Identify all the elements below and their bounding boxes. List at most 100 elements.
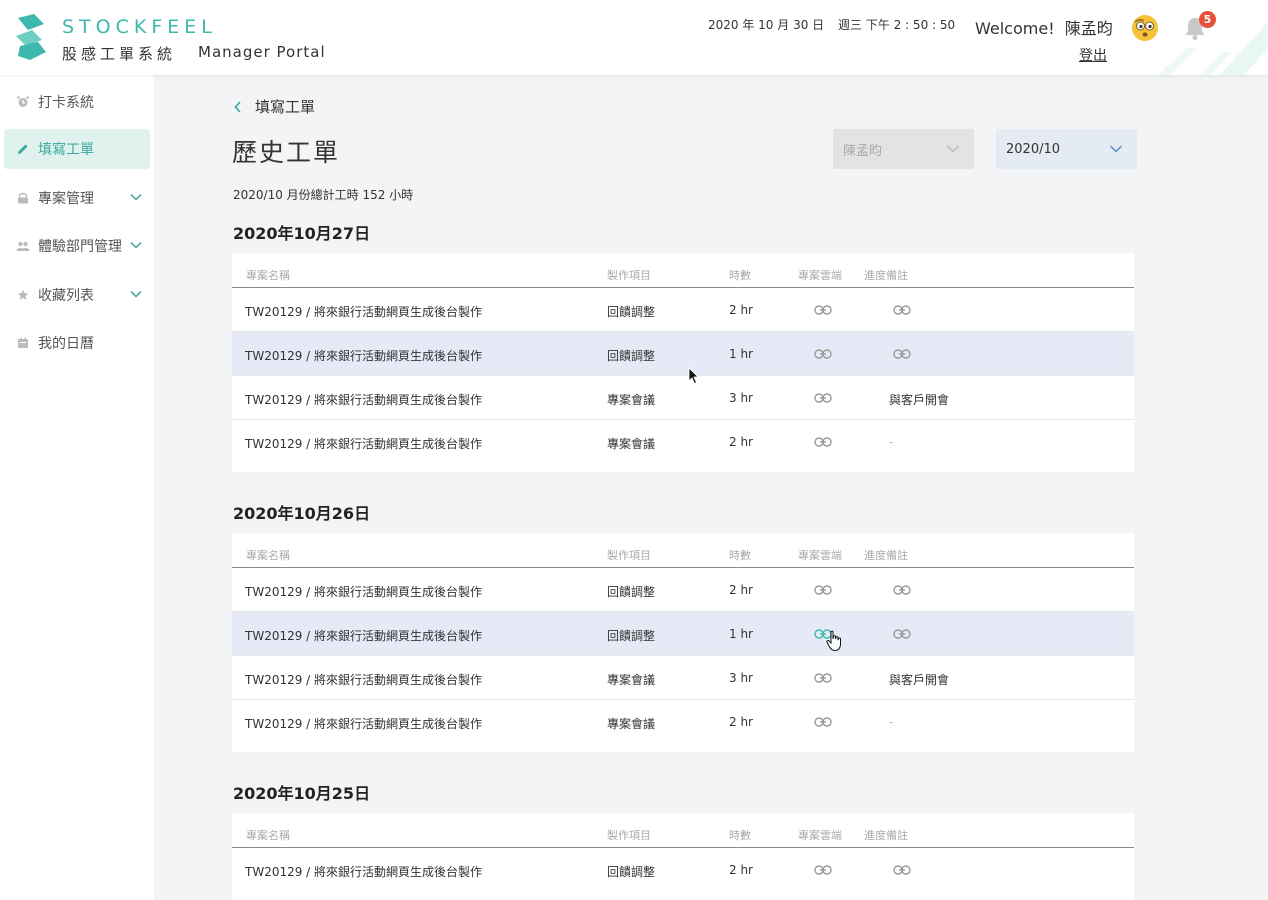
table-row[interactable]: TW20129 / 將來銀行活動網頁生成後台製作 回饋調整 2 hr xyxy=(232,288,1134,332)
production-item: 回饋調整 xyxy=(607,865,656,879)
col-progress-note: 進度備註 xyxy=(864,269,908,282)
star-icon xyxy=(16,288,30,302)
production-item: 專案會議 xyxy=(607,437,656,451)
link-icon[interactable] xyxy=(893,864,911,876)
table-row[interactable]: TW20129 / 將來銀行活動網頁生成後台製作 回饋調整 2 hr xyxy=(232,848,1134,892)
current-date: 2020 年 10 月 30 日 xyxy=(708,18,825,32)
sidebar-item-favorites[interactable]: 收藏列表 xyxy=(4,275,150,315)
sidebar-item-department-management[interactable]: 體驗部門管理 xyxy=(4,226,150,266)
col-production-item: 製作項目 xyxy=(607,269,651,282)
link-icon[interactable] xyxy=(814,348,832,360)
user-select-value: 陳孟昀 xyxy=(843,143,883,159)
hours: 2 hr xyxy=(729,715,753,729)
sidebar-item-fill-worksheet[interactable]: 填寫工單 xyxy=(4,129,150,169)
table-header: 專案名稱 製作項目 時數 專案雲端 進度備註 xyxy=(232,253,1134,288)
chevron-down-icon[interactable] xyxy=(130,191,142,203)
hours: 2 hr xyxy=(729,863,753,877)
sidebar-item-clock-in[interactable]: 打卡系統 xyxy=(4,82,150,122)
table-row[interactable]: TW20129 / 將來銀行活動網頁生成後台製作 回饋調整 1 hr xyxy=(232,612,1134,656)
brand-name-en: STOCKFEEL xyxy=(62,16,217,38)
col-hours: 時數 xyxy=(729,269,751,282)
sidebar-item-label: 我的日曆 xyxy=(38,336,94,352)
top-header: STOCKFEEL 股感工單系統 Manager Portal 2020 年 1… xyxy=(0,0,1268,75)
page-title: 歷史工單 xyxy=(232,138,341,167)
sidebar-item-label: 填寫工單 xyxy=(38,142,94,158)
col-project-name: 專案名稱 xyxy=(246,269,290,282)
alarm-icon xyxy=(16,95,30,109)
project-name: TW20129 / 將來銀行活動網頁生成後台製作 xyxy=(245,585,483,599)
sidebar: 打卡系統 填寫工單 專案管理 體驗部門管理 收藏列表 我的日曆 xyxy=(0,75,154,900)
table-row[interactable]: TW20129 / 將來銀行活動網頁生成後台製作 專案會議 3 hr 與客戶開會 xyxy=(232,656,1134,700)
chevron-left-icon[interactable] xyxy=(233,100,243,114)
day-title: 2020年10月27日 xyxy=(233,224,371,243)
sidebar-item-project-management[interactable]: 專案管理 xyxy=(4,178,150,218)
table-row[interactable]: TW20129 / 將來銀行活動網頁生成後台製作 回饋調整 1 hr xyxy=(232,332,1134,376)
link-icon[interactable] xyxy=(814,304,832,316)
sidebar-item-label: 專案管理 xyxy=(38,191,94,207)
project-name: TW20129 / 將來銀行活動網頁生成後台製作 xyxy=(245,865,483,879)
project-name: TW20129 / 將來銀行活動網頁生成後台製作 xyxy=(245,349,483,363)
welcome-text: Welcome! 陳孟昀 xyxy=(975,19,1113,38)
hours: 2 hr xyxy=(729,435,753,449)
link-icon[interactable] xyxy=(814,672,832,684)
col-project-name: 專案名稱 xyxy=(246,549,290,562)
progress-note: 與客戶開會 xyxy=(889,393,950,407)
production-item: 專案會議 xyxy=(607,673,656,687)
sidebar-item-label: 收藏列表 xyxy=(38,288,94,304)
production-item: 回饋調整 xyxy=(607,305,656,319)
progress-note: - xyxy=(889,435,894,449)
col-project-cloud: 專案雲端 xyxy=(798,269,842,282)
hours: 3 hr xyxy=(729,671,753,685)
col-progress-note: 進度備註 xyxy=(864,549,908,562)
header-decoration xyxy=(1158,22,1268,75)
hours: 2 hr xyxy=(729,583,753,597)
production-item: 專案會議 xyxy=(607,393,656,407)
chevron-down-icon[interactable] xyxy=(130,288,142,300)
portal-name: Manager Portal xyxy=(198,43,326,61)
progress-note: - xyxy=(889,715,894,729)
calendar-icon xyxy=(16,336,30,350)
col-project-cloud: 專案雲端 xyxy=(798,549,842,562)
breadcrumb[interactable]: 填寫工單 xyxy=(233,96,315,117)
production-item: 專案會議 xyxy=(607,717,656,731)
link-icon[interactable] xyxy=(814,584,832,596)
link-icon[interactable] xyxy=(893,584,911,596)
table-row[interactable]: TW20129 / 將來銀行活動網頁生成後台製作 回饋調整 2 hr xyxy=(232,568,1134,612)
project-name: TW20129 / 將來銀行活動網頁生成後台製作 xyxy=(245,437,483,451)
table-row[interactable]: TW20129 / 將來銀行活動網頁生成後台製作 專案會議 2 hr - xyxy=(232,700,1134,744)
stockfeel-logo xyxy=(16,14,46,60)
link-icon[interactable] xyxy=(814,392,832,404)
worksheet-table: 專案名稱 製作項目 時數 專案雲端 進度備註 TW20129 / 將來銀行活動網… xyxy=(232,533,1134,752)
link-icon[interactable] xyxy=(893,628,911,640)
table-row[interactable]: TW20129 / 將來銀行活動網頁生成後台製作 專案會議 2 hr - xyxy=(232,420,1134,464)
sidebar-item-my-calendar[interactable]: 我的日曆 xyxy=(4,323,150,363)
link-icon[interactable] xyxy=(893,304,911,316)
production-item: 回饋調整 xyxy=(607,629,656,643)
arrow-cursor-icon xyxy=(688,367,699,385)
worksheet-table: 專案名稱 製作項目 時數 專案雲端 進度備註 TW20129 / 將來銀行活動網… xyxy=(232,253,1134,472)
col-project-cloud: 專案雲端 xyxy=(798,829,842,842)
link-icon[interactable] xyxy=(814,436,832,448)
worksheet-table: 專案名稱 製作項目 時數 專案雲端 進度備註 TW20129 / 將來銀行活動網… xyxy=(232,813,1134,900)
production-item: 回饋調整 xyxy=(607,585,656,599)
production-item: 回饋調整 xyxy=(607,349,656,363)
progress-note: 與客戶開會 xyxy=(889,673,950,687)
hours: 1 hr xyxy=(729,347,753,361)
link-icon[interactable] xyxy=(814,716,832,728)
brand-name-zh: 股感工單系統 xyxy=(62,45,177,63)
chevron-down-icon[interactable] xyxy=(130,239,142,251)
sidebar-item-label: 打卡系統 xyxy=(38,95,94,111)
day-title: 2020年10月26日 xyxy=(233,504,371,523)
link-icon[interactable] xyxy=(814,864,832,876)
col-hours: 時數 xyxy=(729,549,751,562)
sidebar-item-label: 體驗部門管理 xyxy=(38,239,122,255)
user-select[interactable]: 陳孟昀 xyxy=(833,129,974,169)
link-icon[interactable] xyxy=(893,348,911,360)
logout-link[interactable]: 登出 xyxy=(1079,45,1107,65)
monthly-hours-summary: 2020/10 月份總計工時 152 小時 xyxy=(233,188,414,202)
table-row[interactable]: TW20129 / 將來銀行活動網頁生成後台製作 專案會議 3 hr 與客戶開會 xyxy=(232,376,1134,420)
table-header: 專案名稱 製作項目 時數 專案雲端 進度備註 xyxy=(232,813,1134,848)
lock-icon xyxy=(16,191,30,205)
month-select[interactable]: 2020/10 xyxy=(996,129,1137,169)
day-title: 2020年10月25日 xyxy=(233,784,371,803)
